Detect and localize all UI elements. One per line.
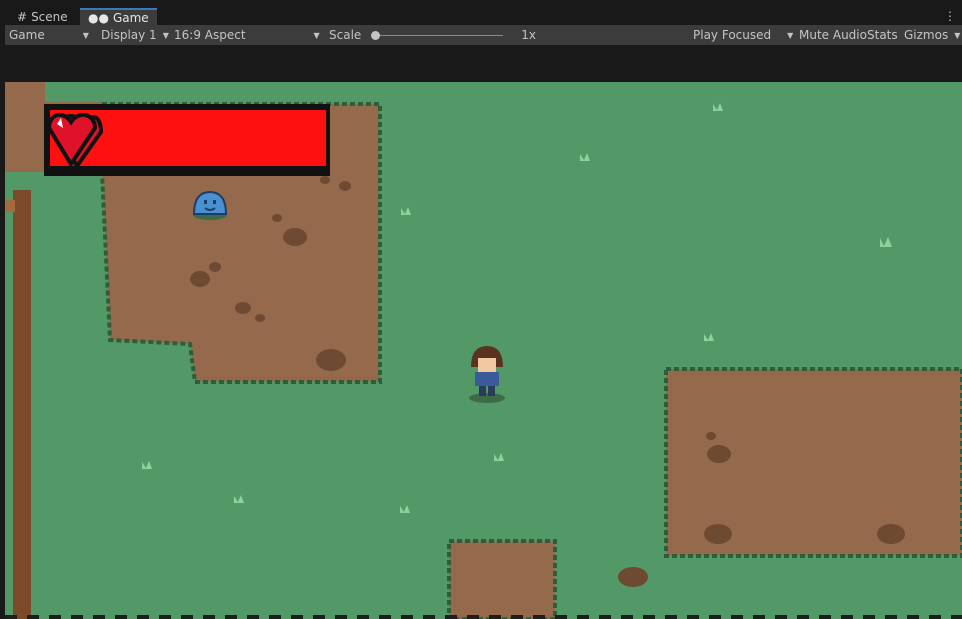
tab-game-label: Game (112, 10, 149, 25)
dirt-spot (618, 567, 648, 587)
chevron-down-icon: ▼ (313, 30, 320, 40)
scale-slider-handle[interactable] (371, 30, 381, 40)
chevron-down-icon: ▼ (82, 30, 89, 40)
mute-audio-label: Mute Audio (799, 28, 867, 42)
chevron-down-icon: ▼ (954, 30, 961, 40)
tab-scene[interactable]: # Scene (9, 9, 76, 25)
health-bar (44, 104, 330, 176)
dirt-spot (255, 314, 265, 322)
dirt-spot (706, 432, 716, 440)
play-mode-label: Play Focused (693, 28, 772, 42)
dirt-spot (707, 445, 731, 463)
aspect-select[interactable]: 16:9 Aspect ▼ (174, 28, 320, 42)
game-viewport[interactable] (5, 82, 962, 619)
mute-audio-toggle[interactable]: Mute Audio (799, 28, 867, 42)
scale-value: 1x (521, 28, 537, 42)
gizmos-label: Gizmos (904, 28, 949, 42)
dirt-spot (877, 524, 905, 544)
scale-control: Scale 1x (329, 28, 536, 42)
display-select[interactable]: Display 1 ▼ (101, 28, 169, 42)
stats-label: Stats (867, 28, 898, 42)
aspect-select-label: 16:9 Aspect (174, 28, 246, 42)
stats-toggle[interactable]: Stats (867, 28, 898, 42)
dirt-patch-bottom (447, 539, 557, 619)
chevron-down-icon: ▼ (162, 30, 169, 40)
game-scene (5, 82, 962, 619)
scale-label: Scale (329, 28, 362, 42)
play-mode-select[interactable]: Play Focused ▼ (693, 28, 793, 42)
gamepad-icon: ●● (88, 10, 109, 25)
tab-scene-label: Scene (31, 10, 68, 24)
dirt-spot (209, 262, 221, 272)
dirt-spot (320, 176, 330, 184)
dirt-spot (283, 228, 307, 246)
dirt-spot (272, 214, 282, 222)
game-view-letterbox (5, 45, 962, 82)
dirt-spot (704, 524, 732, 544)
hash-grid-icon: # (17, 10, 28, 24)
dirt-patch-corner (5, 82, 45, 102)
dirt-spot (190, 271, 210, 287)
gizmos-toggle[interactable]: Gizmos ▼ (904, 28, 960, 42)
chevron-down-icon: ▼ (787, 30, 794, 40)
slime-enemy (192, 190, 228, 220)
dirt-spot (235, 302, 251, 314)
more-options-icon[interactable]: ⋮ (944, 9, 956, 23)
game-view-select[interactable]: Game ▼ (9, 28, 89, 42)
editor-tab-bar: # Scene ●● Game ⋮ (5, 5, 962, 25)
scale-slider[interactable] (371, 30, 504, 40)
dirt-spot (339, 181, 351, 191)
dirt-spot (316, 349, 346, 371)
game-view-select-label: Game (9, 28, 45, 42)
tab-game[interactable]: ●● Game (80, 8, 157, 25)
display-select-label: Display 1 (101, 28, 157, 42)
game-view-toolbar: Game ▼ Display 1 ▼ 16:9 Aspect ▼ Scale 1… (5, 25, 962, 45)
